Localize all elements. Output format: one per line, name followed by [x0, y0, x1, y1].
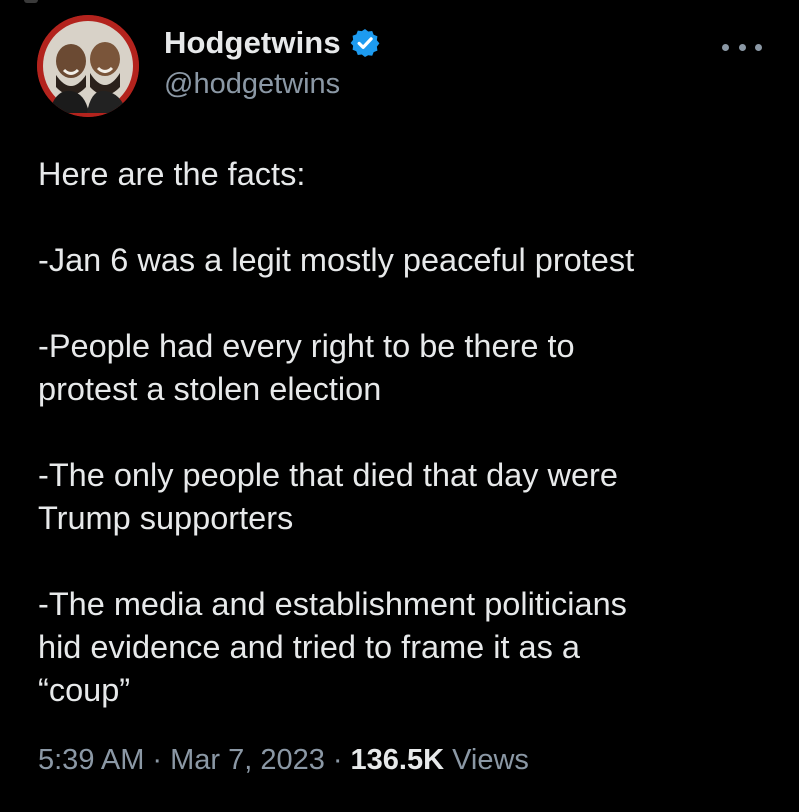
tweet-text: Here are the facts: -Jan 6 was a legit m… — [38, 153, 768, 712]
tweet-paragraph: -People had every right to be there to p… — [38, 328, 575, 407]
avatar[interactable] — [37, 15, 139, 117]
verified-badge-icon[interactable] — [349, 27, 381, 59]
previous-item-edge — [24, 0, 38, 3]
handle[interactable]: @hodgetwins — [164, 68, 381, 101]
more-dot — [755, 43, 762, 51]
meta-separator: · — [152, 744, 163, 776]
more-horizontal-icon[interactable] — [722, 40, 762, 54]
tweet-paragraph: -The media and establishment politicians… — [38, 586, 627, 708]
views-count[interactable]: 136.5K — [351, 744, 445, 776]
tweet-card[interactable]: Hodgetwins @hodgetwins Here are the fact… — [0, 0, 799, 812]
name-row: Hodgetwins — [164, 24, 381, 62]
meta-separator: · — [332, 744, 343, 776]
tweet-meta: 5:39 AM · Mar 7, 2023 · 136.5K Views — [38, 744, 529, 777]
tweet-time[interactable]: 5:39 AM — [38, 744, 144, 776]
more-dot — [722, 43, 729, 51]
tweet-date[interactable]: Mar 7, 2023 — [170, 744, 325, 776]
views-label[interactable]: Views — [452, 744, 529, 776]
tweet-paragraph: -The only people that died that day were… — [38, 457, 618, 536]
tweet-paragraph: Here are the facts: — [38, 156, 306, 192]
author-block: Hodgetwins @hodgetwins — [164, 24, 381, 101]
display-name[interactable]: Hodgetwins — [164, 25, 341, 61]
tweet-paragraph: -Jan 6 was a legit mostly peaceful prote… — [38, 242, 635, 278]
more-dot — [738, 43, 746, 51]
avatar-photo-icon — [37, 15, 139, 117]
